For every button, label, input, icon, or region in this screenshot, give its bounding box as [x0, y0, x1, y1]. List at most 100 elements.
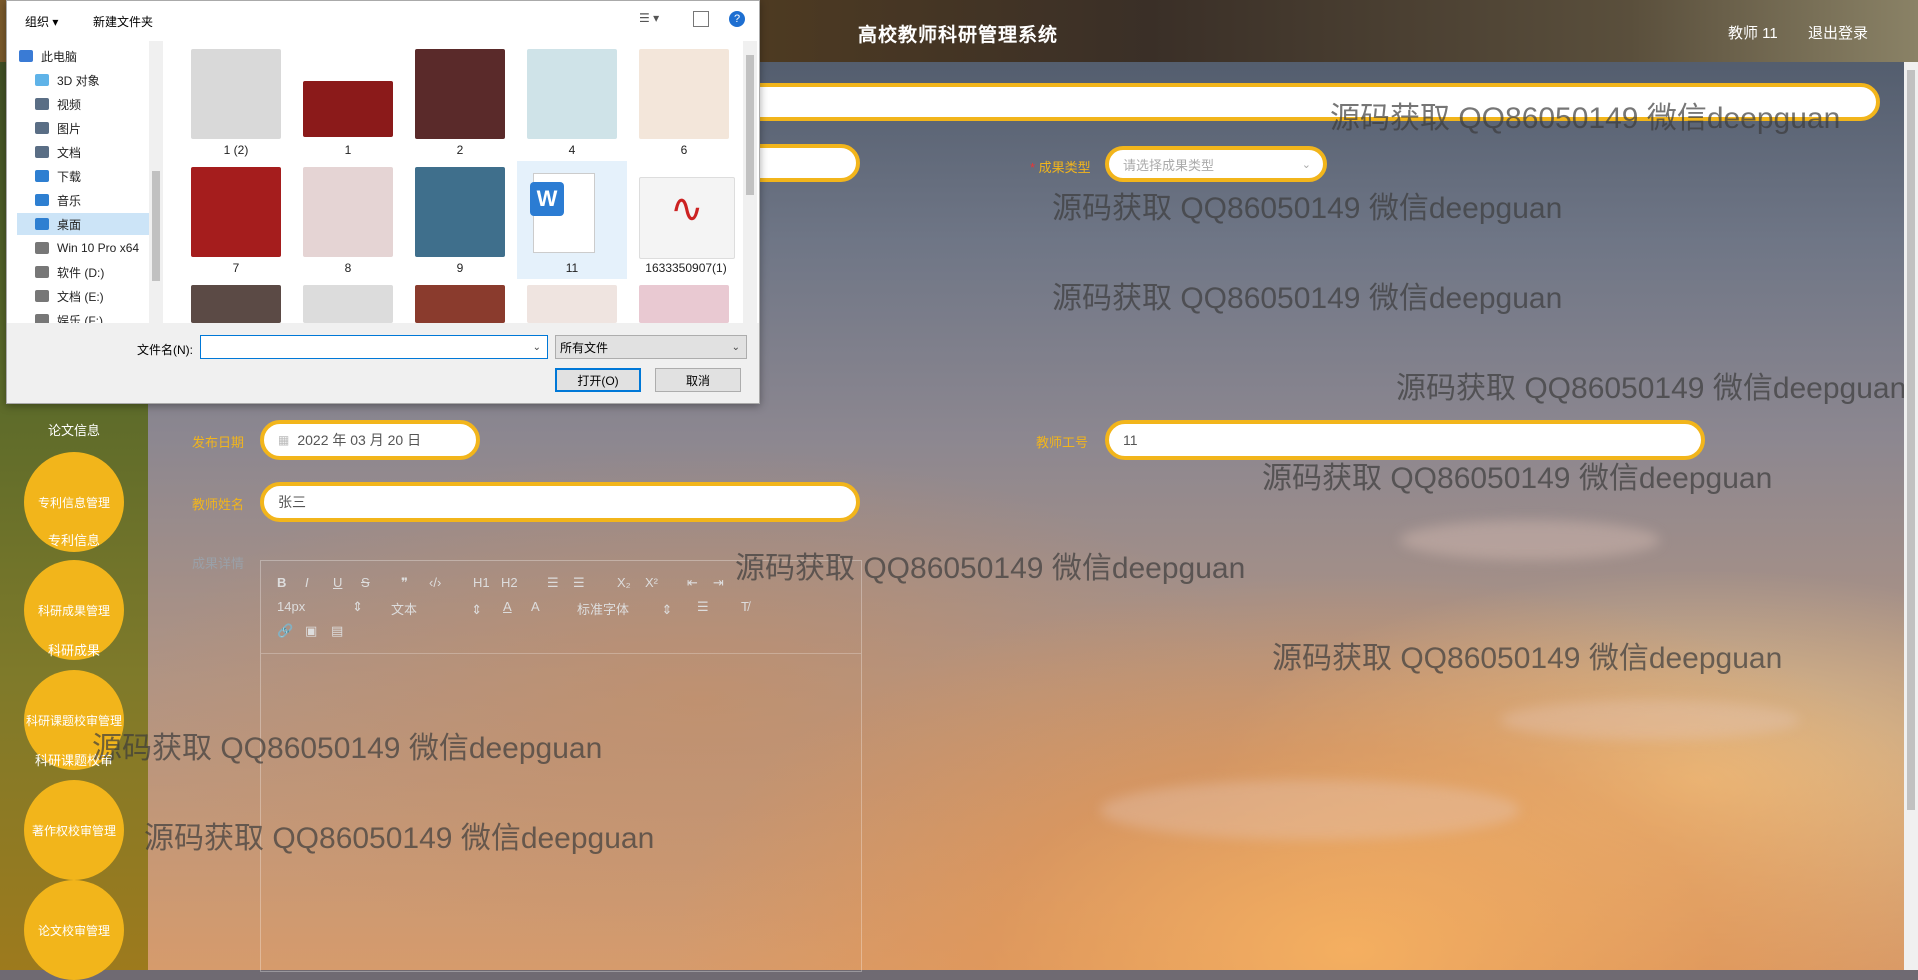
- italic-button[interactable]: I: [305, 575, 309, 590]
- file-thumbnail[interactable]: [191, 167, 281, 257]
- outdent-icon[interactable]: ⇤: [687, 575, 698, 591]
- result-type-select[interactable]: 请选择成果类型 ⌄: [1105, 146, 1327, 182]
- tree-item-desktop[interactable]: 桌面: [17, 213, 157, 235]
- logout-link[interactable]: 退出登录: [1808, 22, 1868, 43]
- tree-item-label: 文档 (E:): [57, 289, 104, 304]
- quote-icon[interactable]: ❞: [401, 575, 408, 591]
- file-thumbnail[interactable]: ∿: [639, 177, 735, 259]
- teacher-name-field[interactable]: 张三: [260, 482, 860, 522]
- link-icon[interactable]: 🔗: [277, 623, 293, 639]
- image-icon[interactable]: ▣: [305, 623, 317, 639]
- file-name: 11: [565, 261, 579, 275]
- publish-date-picker[interactable]: ▦ 2022 年 03 月 20 日: [260, 420, 480, 460]
- tree-item-label: 文档: [57, 145, 82, 160]
- file-thumbnail[interactable]: [191, 285, 281, 323]
- chevron-down-icon[interactable]: ⌄: [533, 342, 541, 353]
- cloud: [1100, 780, 1520, 840]
- heading2-button[interactable]: H2: [501, 575, 518, 590]
- ordered-list-icon[interactable]: ☰: [547, 575, 559, 591]
- cancel-button[interactable]: 取消: [655, 368, 741, 392]
- tree-item-label: 软件 (D:): [57, 265, 105, 280]
- superscript-button[interactable]: X²: [645, 575, 658, 590]
- detail-label: 成果详情: [192, 556, 245, 571]
- tree-scrollbar[interactable]: [149, 41, 163, 323]
- file-thumbnail[interactable]: [303, 167, 393, 257]
- tree-item[interactable]: 图片: [17, 117, 157, 139]
- sidebar-item-label: 论文校审管理: [37, 923, 110, 938]
- bullet-list-icon[interactable]: ☰: [573, 575, 585, 591]
- dialog-toolbar: 组织 ▾ 新建文件夹 ☰ ▾ ?: [7, 1, 759, 41]
- watermark: 源码获取 QQ86050149 微信deepguan: [92, 732, 603, 765]
- file-thumbnail[interactable]: [415, 167, 505, 257]
- filename-label: 文件名(N):: [137, 343, 193, 357]
- file-thumbnail[interactable]: [527, 49, 617, 139]
- cloud: [1500, 700, 1800, 740]
- tree-item[interactable]: 此电脑: [17, 45, 157, 67]
- subscript-button[interactable]: X₂: [617, 575, 631, 590]
- tree-item[interactable]: 软件 (D:): [17, 261, 157, 283]
- preview-pane-icon[interactable]: [693, 11, 709, 27]
- view-options-icon[interactable]: ☰ ▾: [639, 11, 659, 25]
- result-type-placeholder: 请选择成果类型: [1123, 157, 1215, 173]
- watermark: 源码获取 QQ86050149 微信deepguan: [1396, 372, 1907, 405]
- music-icon: [35, 194, 49, 206]
- app-title: 高校教师科研管理系统: [858, 25, 1059, 46]
- tree-item[interactable]: 娱乐 (F:): [17, 309, 157, 323]
- tree-item[interactable]: 音乐: [17, 189, 157, 211]
- file-thumbnail[interactable]: [191, 49, 281, 139]
- heading1-button[interactable]: H1: [473, 575, 490, 590]
- tree-item[interactable]: 视频: [17, 93, 157, 115]
- signature-scribble: ∿: [670, 187, 704, 231]
- block-type-select[interactable]: 文本 ⇕: [391, 599, 482, 618]
- files-scrollbar[interactable]: [743, 41, 757, 323]
- tree-item-label: 图片: [57, 121, 82, 136]
- tree-item[interactable]: 文档: [17, 141, 157, 163]
- sidebar-item-patent-info[interactable]: 专利信息: [0, 530, 148, 549]
- align-icon[interactable]: ☰: [697, 599, 709, 615]
- tree-item[interactable]: 下载: [17, 165, 157, 187]
- bold-button[interactable]: B: [277, 575, 286, 590]
- tree-item[interactable]: Win 10 Pro x64: [17, 237, 157, 259]
- page-scrollbar[interactable]: [1904, 62, 1918, 970]
- file-name: 2: [456, 143, 464, 157]
- indent-icon[interactable]: ⇥: [713, 575, 724, 591]
- filetype-value: 所有文件: [560, 340, 609, 355]
- drive-icon: [35, 242, 49, 254]
- strike-button[interactable]: S: [361, 575, 370, 590]
- drive-icon: [35, 290, 49, 302]
- cube-icon: [35, 74, 49, 86]
- tree-item[interactable]: 3D 对象: [17, 69, 157, 91]
- file-thumbnail[interactable]: [527, 285, 617, 323]
- font-family-select[interactable]: 标准字体 ⇕: [577, 599, 672, 618]
- file-thumbnail[interactable]: [303, 81, 393, 137]
- sidebar-item-research-result[interactable]: 科研成果: [0, 640, 148, 659]
- file-thumbnail[interactable]: [639, 49, 729, 139]
- sidebar-item-paper-info[interactable]: 论文信息: [0, 420, 148, 439]
- tree-item-label: Win 10 Pro x64: [57, 241, 140, 255]
- code-icon[interactable]: ‹/›: [429, 575, 441, 590]
- video-icon[interactable]: ▤: [331, 623, 343, 639]
- sidebar-item-paper-review-management[interactable]: 论文校审管理: [24, 880, 124, 980]
- tree-scrollbar-thumb[interactable]: [152, 171, 160, 281]
- page-scrollbar-thumb[interactable]: [1907, 70, 1915, 810]
- font-color-button[interactable]: A: [503, 599, 512, 614]
- file-thumbnail[interactable]: [415, 49, 505, 139]
- tree-item-label: 3D 对象: [57, 73, 100, 88]
- clear-format-icon[interactable]: T̸: [741, 599, 749, 614]
- file-thumbnail[interactable]: [303, 285, 393, 323]
- file-thumbnail[interactable]: [639, 285, 729, 323]
- file-thumbnail[interactable]: [415, 285, 505, 323]
- background-color-button[interactable]: A: [531, 599, 540, 614]
- help-icon[interactable]: ?: [729, 11, 745, 27]
- filename-input[interactable]: ⌄: [200, 335, 548, 359]
- filetype-select[interactable]: 所有文件 ⌄: [555, 335, 747, 359]
- sidebar-item-copyright-review-management[interactable]: 著作权校审管理: [24, 780, 124, 880]
- video-icon: [35, 98, 49, 110]
- organize-menu[interactable]: 组织 ▾: [25, 13, 58, 30]
- new-folder-button[interactable]: 新建文件夹: [93, 13, 153, 30]
- font-size-select[interactable]: 14px ⇕: [277, 599, 363, 615]
- underline-button[interactable]: U: [333, 575, 342, 590]
- files-scrollbar-thumb[interactable]: [746, 55, 754, 195]
- open-button[interactable]: 打开(O): [555, 368, 641, 392]
- tree-item[interactable]: 文档 (E:): [17, 285, 157, 307]
